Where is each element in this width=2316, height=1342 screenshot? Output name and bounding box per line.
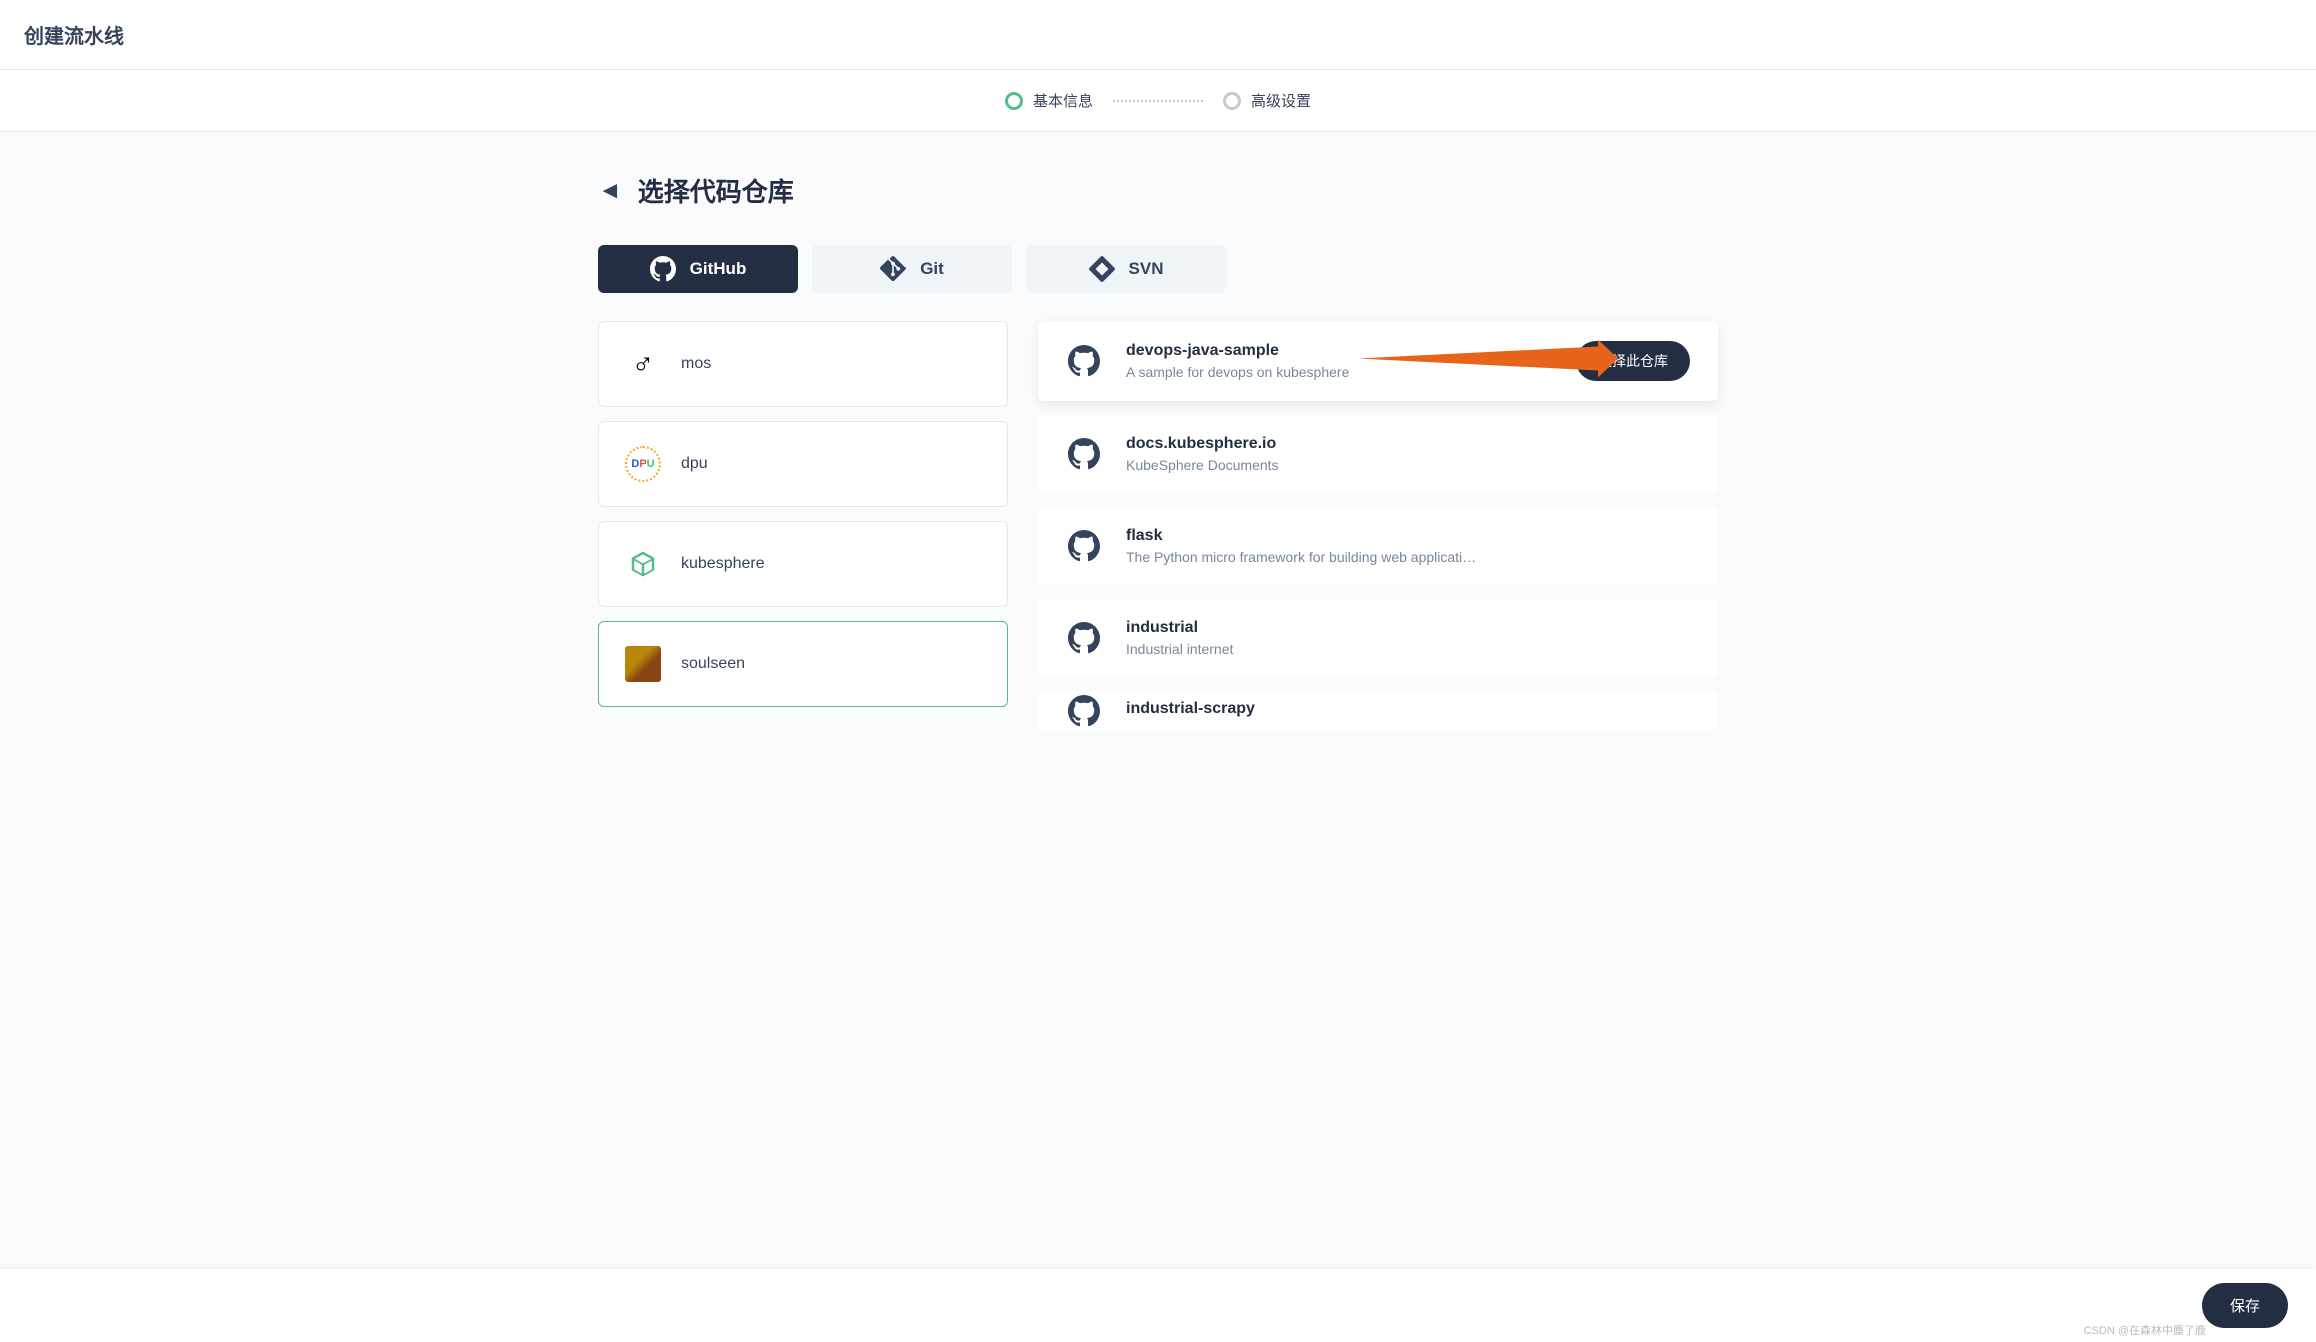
- step-basic-info[interactable]: 基本信息: [1005, 90, 1093, 111]
- main-panel: GitHub Git SVN ♂ mos DPU dpu: [598, 245, 1718, 731]
- source-tab-git[interactable]: Git: [812, 245, 1012, 293]
- org-item-kubesphere[interactable]: kubesphere: [598, 521, 1008, 607]
- page-title: 创建流水线: [24, 20, 2292, 49]
- github-icon: [1066, 693, 1102, 729]
- github-icon: [1066, 528, 1102, 564]
- github-icon: [1066, 343, 1102, 379]
- step-advanced-settings[interactable]: 高级设置: [1223, 90, 1311, 111]
- repo-item-flask[interactable]: flask The Python micro framework for bui…: [1038, 507, 1718, 585]
- tab-label: SVN: [1129, 259, 1164, 279]
- save-button[interactable]: 保存: [2202, 1283, 2288, 1328]
- repo-text: flask The Python micro framework for bui…: [1126, 527, 1690, 565]
- repo-list: devops-java-sample A sample for devops o…: [1038, 321, 1718, 731]
- org-icon: [625, 546, 661, 582]
- repo-text: industrial Industrial internet: [1126, 619, 1690, 657]
- section-header: ◄ 选择代码仓库: [598, 172, 1718, 209]
- github-icon: [1066, 620, 1102, 656]
- git-icon: [880, 256, 906, 282]
- section-title: 选择代码仓库: [638, 172, 794, 209]
- org-item-mos[interactable]: ♂ mos: [598, 321, 1008, 407]
- select-repo-button[interactable]: 选择此仓库: [1576, 341, 1690, 381]
- repo-item-industrial-scrapy[interactable]: industrial-scrapy: [1038, 691, 1718, 731]
- steps-bar: 基本信息 高级设置: [0, 70, 2316, 132]
- step-circle-icon: [1005, 92, 1023, 110]
- footer: 保存: [0, 1269, 2316, 1342]
- org-item-dpu[interactable]: DPU dpu: [598, 421, 1008, 507]
- repo-item-industrial[interactable]: industrial Industrial internet: [1038, 599, 1718, 677]
- source-tab-svn[interactable]: SVN: [1026, 245, 1226, 293]
- github-icon: [650, 256, 676, 282]
- repo-desc: The Python micro framework for building …: [1126, 549, 1690, 565]
- back-arrow-icon[interactable]: ◄: [598, 177, 622, 205]
- repo-text: devops-java-sample A sample for devops o…: [1126, 342, 1552, 380]
- repo-text: industrial-scrapy: [1126, 700, 1690, 722]
- repo-item-devops-java-sample[interactable]: devops-java-sample A sample for devops o…: [1038, 321, 1718, 401]
- repo-name: industrial-scrapy: [1126, 700, 1690, 718]
- step-label: 高级设置: [1251, 90, 1311, 111]
- org-name: dpu: [681, 455, 708, 473]
- org-list: ♂ mos DPU dpu kubesphere soulseen: [598, 321, 1008, 731]
- org-icon: DPU: [625, 446, 661, 482]
- github-icon: [1066, 436, 1102, 472]
- source-tab-github[interactable]: GitHub: [598, 245, 798, 293]
- repo-item-docs-kubesphere[interactable]: docs.kubesphere.io KubeSphere Documents: [1038, 415, 1718, 493]
- content: ◄ 选择代码仓库 GitHub Git SVN ♂ mos: [578, 132, 1738, 831]
- repo-name: docs.kubesphere.io: [1126, 435, 1690, 453]
- org-name: kubesphere: [681, 555, 765, 573]
- svn-icon: [1089, 256, 1115, 282]
- repo-desc: A sample for devops on kubesphere: [1126, 364, 1552, 380]
- org-name: soulseen: [681, 655, 745, 673]
- step-circle-icon: [1223, 92, 1241, 110]
- org-item-soulseen[interactable]: soulseen: [598, 621, 1008, 707]
- page-header: 创建流水线: [0, 0, 2316, 70]
- repo-name: devops-java-sample: [1126, 342, 1552, 360]
- avatar-icon: [625, 646, 661, 682]
- org-icon: ♂: [625, 346, 661, 382]
- repo-name: flask: [1126, 527, 1690, 545]
- org-name: mos: [681, 355, 711, 373]
- step-divider: [1113, 100, 1203, 102]
- tab-label: Git: [920, 259, 944, 279]
- step-label: 基本信息: [1033, 90, 1093, 111]
- repo-text: docs.kubesphere.io KubeSphere Documents: [1126, 435, 1690, 473]
- body-grid: ♂ mos DPU dpu kubesphere soulseen: [598, 321, 1718, 731]
- repo-name: industrial: [1126, 619, 1690, 637]
- source-tabs: GitHub Git SVN: [598, 245, 1718, 293]
- repo-desc: KubeSphere Documents: [1126, 457, 1690, 473]
- tab-label: GitHub: [690, 259, 747, 279]
- watermark: CSDN @在森林中麋了鹿: [2084, 1322, 2206, 1338]
- repo-desc: Industrial internet: [1126, 641, 1690, 657]
